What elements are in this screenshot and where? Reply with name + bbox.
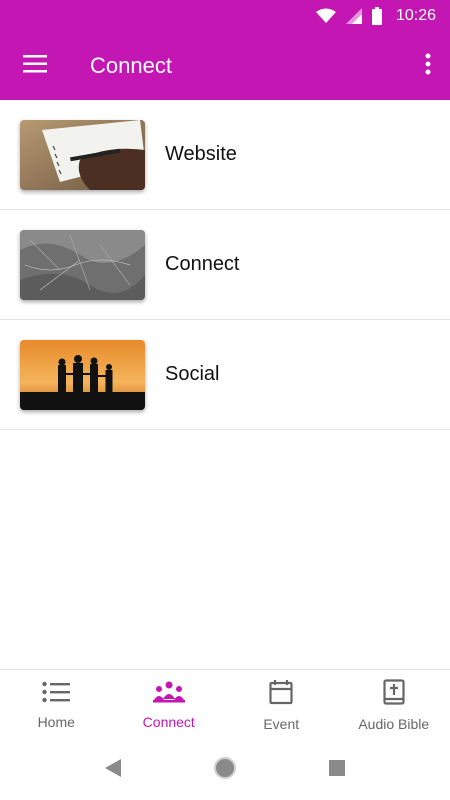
people-group-icon xyxy=(152,681,185,708)
list-item-connect[interactable]: Connect xyxy=(0,210,450,320)
nav-label-home: Home xyxy=(37,714,75,730)
list-item-website[interactable]: Website xyxy=(0,100,450,210)
status-time: 10:26 xyxy=(395,7,436,24)
recents-icon xyxy=(329,760,345,781)
system-back-button[interactable] xyxy=(57,741,169,800)
thumbnail-website xyxy=(20,119,145,190)
nav-item-home[interactable]: Home xyxy=(0,670,113,741)
status-bar: 10:26 xyxy=(0,0,450,32)
system-navigation xyxy=(0,741,450,800)
nav-label-connect: Connect xyxy=(142,714,195,730)
nav-item-event[interactable]: Event xyxy=(225,670,338,741)
more-options-button[interactable] xyxy=(406,32,450,100)
thumbnail-connect xyxy=(20,229,145,300)
app-bar: Connect xyxy=(0,32,450,100)
list-item-label: Social xyxy=(165,363,220,385)
menu-button[interactable] xyxy=(0,32,70,100)
list-item-social[interactable]: Social xyxy=(0,320,450,430)
list-item-label: Connect xyxy=(165,253,240,275)
calendar-icon xyxy=(269,679,293,710)
nav-label-audio-bible: Audio Bible xyxy=(358,716,430,732)
home-icon xyxy=(213,756,237,785)
wifi-icon xyxy=(315,8,336,24)
hamburger-menu-icon xyxy=(23,54,47,78)
nav-item-audio-bible[interactable]: Audio Bible xyxy=(338,670,450,741)
bottom-navigation: Home Connect Event Audio Bible xyxy=(0,669,450,741)
cell-signal-icon xyxy=(345,8,362,24)
more-vertical-icon xyxy=(425,53,431,80)
back-icon xyxy=(105,759,121,782)
page-title: Connect xyxy=(90,53,172,78)
nav-item-connect[interactable]: Connect xyxy=(113,670,226,741)
bible-book-icon xyxy=(383,679,405,710)
list-icon xyxy=(42,681,71,708)
nav-label-event: Event xyxy=(263,716,300,732)
battery-icon xyxy=(371,7,382,25)
thumbnail-social xyxy=(20,339,145,410)
list-item-label: Website xyxy=(165,143,237,165)
system-recents-button[interactable] xyxy=(281,741,393,800)
connect-list: Website Connect Social xyxy=(0,100,450,430)
system-home-button[interactable] xyxy=(169,741,281,800)
